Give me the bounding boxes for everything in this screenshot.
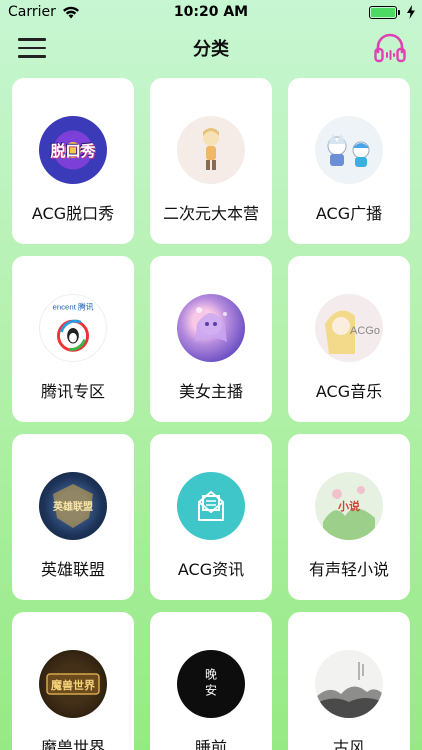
acg-news-thumbnail	[177, 472, 245, 540]
category-card-bedtime[interactable]: 晚安 睡前	[150, 612, 272, 750]
category-card-light-novel[interactable]: 小说 有声轻小说	[288, 434, 410, 600]
category-label: ACG音乐	[315, 382, 383, 401]
lol-thumbnail: 英雄联盟	[39, 472, 107, 540]
acg-radio-thumbnail	[315, 116, 383, 184]
nav-bar: 分类	[0, 24, 422, 72]
ancient-style-thumbnail	[315, 650, 383, 718]
category-label: 古风	[332, 738, 365, 750]
category-label: ACG资讯	[177, 560, 245, 579]
tencent-logo-text: encent 腾讯	[53, 302, 94, 312]
category-label: 英雄联盟	[40, 560, 105, 579]
category-card-lol[interactable]: 英雄联盟 英雄联盟	[12, 434, 134, 600]
wow-logo-text: 魔兽世界	[51, 678, 95, 692]
headphones-icon[interactable]	[372, 30, 408, 66]
carrier-label: Carrier	[8, 4, 56, 20]
category-label: 腾讯专区	[40, 382, 105, 401]
wow-thumbnail: 魔兽世界	[39, 650, 107, 718]
beauty-host-thumbnail	[177, 294, 245, 362]
status-time: 10:20 AM	[173, 4, 249, 20]
light-novel-thumbnail: 小说	[315, 472, 383, 540]
lol-logo-text: 英雄联盟	[52, 500, 93, 513]
category-card-tencent[interactable]: encent 腾讯 腾讯专区	[12, 256, 134, 422]
light-novel-logo-text: 小说	[337, 499, 360, 513]
acg-music-logo-text: ACGo	[350, 325, 380, 337]
category-card-wow[interactable]: 魔兽世界 魔兽世界	[12, 612, 134, 750]
battery-icon	[369, 5, 400, 19]
status-right	[369, 5, 416, 19]
acg-music-thumbnail: ACGo	[315, 294, 383, 362]
category-label: 二次元大本营	[162, 204, 259, 223]
battery-fill	[371, 7, 395, 17]
charging-bolt-icon	[407, 5, 415, 19]
category-card-acg-radio[interactable]: ACG广播	[288, 78, 410, 244]
envelope-icon	[198, 490, 224, 521]
status-bar: Carrier 10:20 AM	[0, 0, 422, 24]
page-title: 分类	[193, 39, 229, 60]
category-label: 魔兽世界	[40, 738, 105, 750]
category-label: ACG脱口秀	[31, 204, 115, 223]
category-card-acg-talkshow[interactable]: 脱口秀 ACG脱口秀	[12, 78, 134, 244]
category-label: ACG广播	[315, 204, 383, 223]
category-card-ancient-style[interactable]: 古风	[288, 612, 410, 750]
acg-talkshow-thumbnail-text: 脱口秀	[50, 141, 96, 160]
category-label: 有声轻小说	[308, 560, 389, 579]
acg-talkshow-thumbnail: 脱口秀	[39, 116, 107, 184]
tencent-thumbnail: encent 腾讯	[39, 294, 107, 362]
category-grid: 脱口秀 ACG脱口秀 二次元大本营 ACG广播 encent 腾讯 腾讯专区 美…	[12, 78, 410, 750]
bedtime-thumbnail: 晚安	[177, 650, 245, 718]
category-card-acg-news[interactable]: ACG资讯	[150, 434, 272, 600]
2d-base-thumbnail	[177, 116, 245, 184]
category-card-acg-music[interactable]: ACGo ACG音乐	[288, 256, 410, 422]
status-left: Carrier	[8, 4, 80, 20]
category-card-2d-base[interactable]: 二次元大本营	[150, 78, 272, 244]
bedtime-logo-text: 晚安	[203, 668, 218, 700]
wifi-icon	[62, 6, 79, 18]
category-card-beauty-host[interactable]: 美女主播	[150, 256, 272, 422]
category-label: 睡前	[194, 738, 227, 750]
category-label: 美女主播	[178, 382, 243, 401]
menu-icon[interactable]	[18, 38, 46, 58]
